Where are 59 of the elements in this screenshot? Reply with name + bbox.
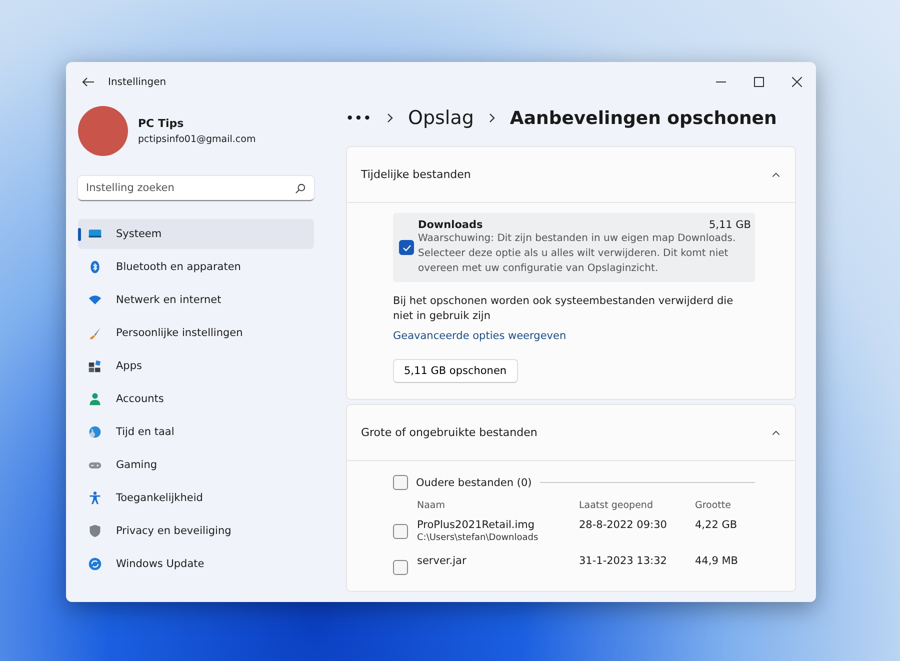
account-email: pctipsinfo01@gmail.com <box>138 134 256 145</box>
column-header: Laatst geopend <box>579 500 654 511</box>
group-label: Oudere bestanden (0) <box>416 476 532 488</box>
update-icon <box>88 557 102 571</box>
checkmark-icon <box>402 242 412 252</box>
window-title: Instellingen <box>108 76 168 88</box>
breadcrumb-link[interactable]: Opslag <box>408 107 474 129</box>
sidebar-item[interactable]: Accounts <box>78 384 314 414</box>
search-icon[interactable] <box>295 183 306 194</box>
sidebar-item[interactable]: Toegankelijkheid <box>78 483 314 513</box>
advanced-options-link[interactable]: Geavanceerde opties weergeven <box>393 330 566 342</box>
info-text: Bij het opschonen worden ook systeembestanden verwijderd die niet in gebruik zijn <box>393 294 734 324</box>
option-title: Downloads <box>418 219 484 231</box>
checkbox[interactable] <box>399 240 414 255</box>
clean-button[interactable]: 5,11 GB opschonen <box>393 359 518 383</box>
globe-icon <box>88 425 102 439</box>
chevron-right-icon <box>488 113 496 123</box>
sidebar-item[interactable]: Netwerk en internet <box>78 285 314 315</box>
more-button[interactable]: ••• <box>346 111 372 125</box>
bluetooth-icon <box>88 260 102 274</box>
section-title: Grote of ongebruikte bestanden <box>361 426 538 439</box>
column-header: Grootte <box>695 500 732 511</box>
file-name: ProPlus2021Retail.img <box>417 519 536 531</box>
sidebar-item[interactable]: Windows Update <box>78 549 314 579</box>
person-icon <box>88 392 102 406</box>
sidebar-item[interactable]: Bluetooth en apparaten <box>78 252 314 282</box>
apps-icon <box>88 359 102 373</box>
sidebar-item[interactable]: Gaming <box>78 450 314 480</box>
table-cell-text: 4,22 GB <box>695 519 738 531</box>
section-header[interactable]: Grote of ongebruikte bestanden <box>347 405 795 461</box>
wifi-icon <box>88 293 102 307</box>
section-header[interactable]: Tijdelijke bestanden <box>347 147 795 203</box>
sidebar-item[interactable]: Apps <box>78 351 314 381</box>
brush-icon <box>88 326 102 340</box>
maximize-icon[interactable] <box>754 77 764 87</box>
shield-icon <box>88 524 102 538</box>
sidebar-item[interactable]: Privacy en beveiliging <box>78 516 314 546</box>
account-name: PC Tips <box>138 117 185 130</box>
close-icon[interactable] <box>792 77 802 87</box>
sidebar-item[interactable]: Systeem <box>78 219 314 249</box>
chevron-right-icon <box>386 113 394 123</box>
avatar <box>78 106 128 156</box>
file-path: C:\Users\stefan\Downloads <box>417 533 540 543</box>
option-description: Waarschuwing: Dit zijn bestanden in uw eigen map Downloads. Selecteer deze optie als u alles wilt verwijderen. Dit komt niet overeen met uw configuratie van Opslaginzicht. <box>418 232 737 276</box>
sidebar-item[interactable]: Persoonlijke instellingen <box>78 318 314 348</box>
checkbox[interactable] <box>393 524 408 539</box>
sidebar-item[interactable]: Tijd en taal <box>78 417 314 447</box>
column-header: Naam <box>417 500 446 511</box>
checkbox[interactable] <box>393 560 408 575</box>
table-cell-text: 28-8-2022 09:30 <box>579 519 668 531</box>
accessibility-icon <box>88 491 102 505</box>
table-cell-text: 31-1-2023 13:32 <box>579 555 668 567</box>
option-size: 5,11 GB <box>708 219 751 231</box>
page-title: Aanbevelingen opschonen <box>510 108 777 128</box>
checkbox[interactable] <box>393 475 408 490</box>
search-field[interactable]: Instelling zoeken <box>78 176 314 201</box>
file-name: server.jar <box>417 555 468 567</box>
section-title: Tijdelijke bestanden <box>361 168 472 181</box>
table-cell-text: 44,9 MB <box>695 555 739 567</box>
